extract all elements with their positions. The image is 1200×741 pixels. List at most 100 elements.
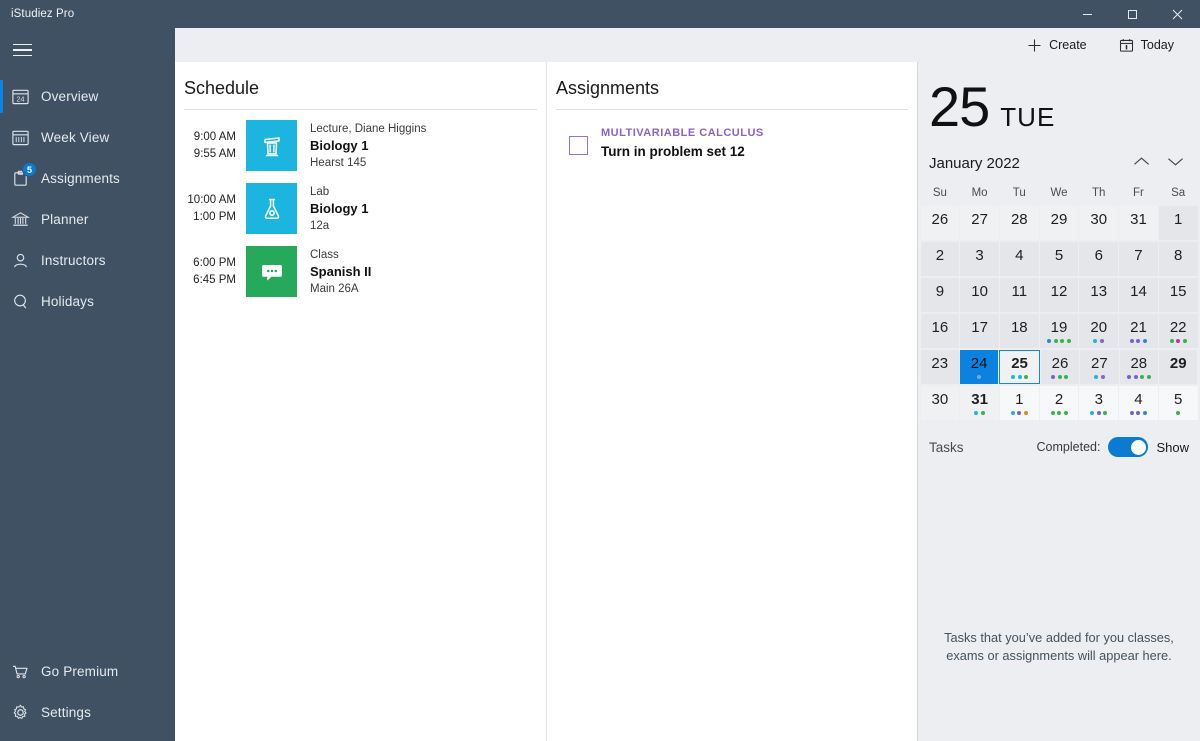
maximize-icon — [1127, 9, 1138, 20]
calendar-day-number: 31 — [971, 391, 988, 409]
calendar-day-event-dots — [1011, 410, 1028, 415]
sidebar-item-settings[interactable]: Settings — [0, 692, 175, 733]
schedule-event[interactable]: 9:00 AM 9:55 AM — [175, 120, 546, 171]
calendar-day-cell[interactable]: 9 — [921, 278, 960, 312]
calendar-day-cell[interactable]: 21 — [1119, 314, 1158, 348]
calendar-day-number: 27 — [1091, 355, 1108, 373]
calendar-day-cell[interactable]: 16 — [921, 314, 960, 348]
event-time: 9:00 AM 9:55 AM — [184, 120, 246, 171]
calendar-day-cell[interactable]: 30 — [1079, 206, 1118, 240]
completed-toggle[interactable] — [1108, 437, 1148, 457]
sidebar-item-assignments[interactable]: 5 Assignments — [0, 158, 175, 199]
podium-icon — [246, 120, 297, 171]
calendar-day-number: 5 — [1174, 391, 1182, 409]
calendar-day-cell[interactable]: 24 — [960, 350, 998, 384]
calendar-day-number: 15 — [1170, 283, 1187, 301]
event-dot — [1127, 375, 1131, 379]
event-dot — [1134, 375, 1138, 379]
calendar-day-cell[interactable]: 12 — [1040, 278, 1079, 312]
calendar-day-cell[interactable]: 26 — [1041, 350, 1079, 384]
schedule-event[interactable]: 10:00 AM 1:00 PM — [175, 183, 546, 234]
calendar-day-cell[interactable]: 4 — [1119, 386, 1158, 420]
event-dot — [1024, 375, 1028, 379]
tasks-list: Tasks that you’ve added for you classes,… — [918, 469, 1200, 741]
calendar-day-cell[interactable]: 13 — [1079, 278, 1118, 312]
window-body: 24 Overview Week View — [0, 28, 1200, 741]
calendar-day-cell[interactable]: 5 — [1159, 386, 1198, 420]
calendar-day-cell[interactable]: 10 — [960, 278, 999, 312]
calendar-weeks: 2627282930311234567891011121314151617181… — [920, 205, 1198, 421]
sidebar-item-label: Overview — [41, 89, 98, 104]
calendar-day-cell[interactable]: 20 — [1079, 314, 1118, 348]
calendar-day-cell[interactable]: 6 — [1079, 242, 1118, 276]
event-kind: Lab — [310, 184, 369, 200]
event-dot — [1101, 375, 1105, 379]
menu-button[interactable] — [0, 28, 175, 72]
calendar-day-cell[interactable]: 28 — [1000, 206, 1039, 240]
sidebar-item-week-view[interactable]: Week View — [0, 117, 175, 158]
sidebar: 24 Overview Week View — [0, 28, 175, 741]
calendar-day-cell[interactable]: 27 — [1080, 350, 1118, 384]
calendar-day-cell[interactable]: 23 — [921, 350, 959, 384]
event-dot — [1097, 411, 1101, 415]
assignment-checkbox[interactable] — [569, 136, 588, 155]
sidebar-item-go-premium[interactable]: Go Premium — [0, 651, 175, 692]
calendar-day-number: 8 — [1174, 247, 1182, 265]
calendar-day-cell[interactable]: 7 — [1119, 242, 1158, 276]
calendar-day-event-dots — [1094, 374, 1105, 379]
assignment-item[interactable]: MULTIVARIABLE CALCULUS Turn in problem s… — [547, 120, 917, 161]
calendar-day-cell[interactable]: 5 — [1040, 242, 1079, 276]
schedule-event[interactable]: 6:00 PM 6:45 PM — [175, 246, 546, 297]
maximize-button[interactable] — [1110, 0, 1155, 28]
calendar-day-cell[interactable]: 1 — [1159, 206, 1198, 240]
calendar-day-event-dots — [1130, 410, 1147, 415]
calendar-day-cell[interactable]: 3 — [1079, 386, 1118, 420]
calendar-day-number: 30 — [932, 391, 949, 409]
right-panel: 25 TUE January 2022 — [918, 62, 1200, 741]
calendar-day-cell[interactable]: 29 — [1159, 350, 1197, 384]
event-dot — [1143, 411, 1147, 415]
calendar-weekday: We — [1039, 184, 1079, 205]
calendar-day-cell[interactable]: 22 — [1159, 314, 1198, 348]
calendar-day-cell[interactable]: 27 — [960, 206, 999, 240]
calendar-day-cell[interactable]: 18 — [1000, 314, 1039, 348]
sidebar-item-holidays[interactable]: Holidays — [0, 281, 175, 322]
close-button[interactable] — [1155, 0, 1200, 28]
event-time: 6:00 PM 6:45 PM — [184, 246, 246, 297]
calendar-day-cell[interactable]: 8 — [1159, 242, 1198, 276]
calendar-day-cell[interactable]: 31 — [1119, 206, 1158, 240]
chevron-down-icon — [1167, 154, 1184, 172]
calendar-day-cell[interactable]: 14 — [1119, 278, 1158, 312]
calendar-day-number: 27 — [971, 211, 988, 229]
next-month-button[interactable] — [1158, 150, 1192, 176]
calendar-day-cell[interactable]: 4 — [1000, 242, 1039, 276]
calendar-day-cell[interactable]: 28 — [1120, 350, 1158, 384]
calendar-day-cell[interactable]: 2 — [921, 242, 960, 276]
calendar-day-cell[interactable]: 29 — [1040, 206, 1079, 240]
calendar-day-cell[interactable]: 30 — [921, 386, 960, 420]
calendar-day-event-dots — [974, 410, 985, 415]
calendar-weekday: Tu — [999, 184, 1039, 205]
calendar-day-cell[interactable]: 11 — [1000, 278, 1039, 312]
today-button[interactable]: Today — [1111, 34, 1182, 57]
calendar-day-cell[interactable]: 15 — [1159, 278, 1198, 312]
sidebar-item-overview[interactable]: 24 Overview — [0, 76, 175, 117]
calendar-day-cell[interactable]: 1 — [1000, 386, 1039, 420]
calendar-day-cell[interactable]: 3 — [960, 242, 999, 276]
minimize-button[interactable] — [1065, 0, 1110, 28]
chat-bubble-icon — [246, 246, 297, 297]
month-label: January 2022 — [929, 155, 1124, 172]
calendar-day-cell[interactable]: 17 — [960, 314, 999, 348]
calendar-day-cell[interactable]: 19 — [1040, 314, 1079, 348]
sidebar-item-instructors[interactable]: Instructors — [0, 240, 175, 281]
calendar-day-cell[interactable]: 25 — [999, 350, 1039, 384]
prev-month-button[interactable] — [1124, 150, 1158, 176]
sidebar-item-planner[interactable]: Planner — [0, 199, 175, 240]
calendar-day-cell[interactable]: 26 — [921, 206, 960, 240]
calendar-day-number: 16 — [932, 319, 949, 337]
calendar-day-cell[interactable]: 31 — [960, 386, 999, 420]
calendar-day-cell[interactable]: 2 — [1040, 386, 1079, 420]
event-dot — [1090, 411, 1094, 415]
create-button[interactable]: Create — [1019, 34, 1095, 57]
calendar-day-event-dots — [1127, 374, 1151, 379]
